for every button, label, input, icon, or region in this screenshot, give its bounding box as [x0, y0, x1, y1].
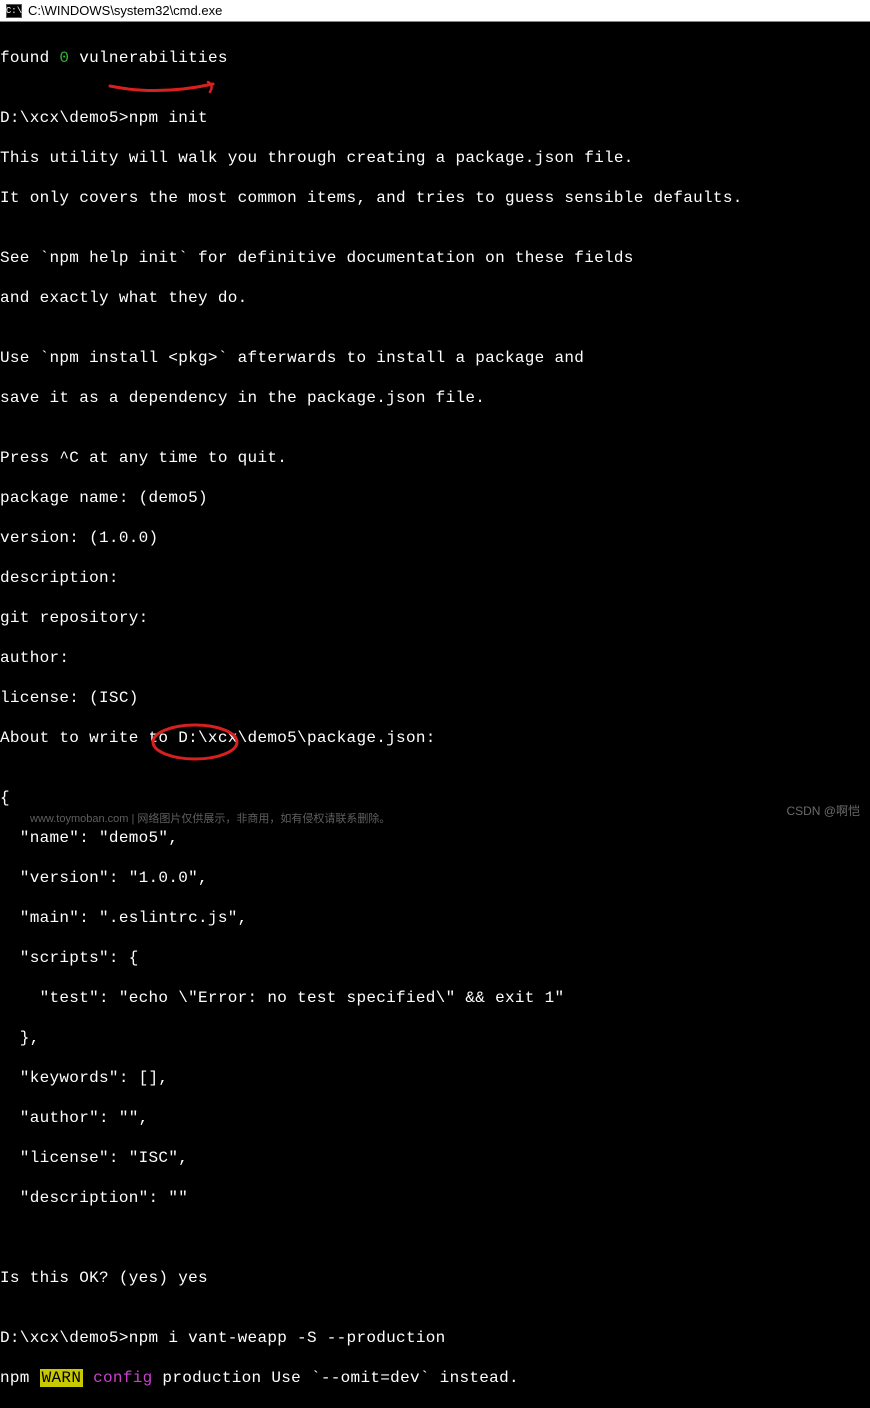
output-line: Use `npm install <pkg>` afterwards to in… [0, 348, 870, 368]
vuln-count: 0 [59, 49, 69, 67]
prompt-version: version: (1.0.0) [0, 528, 870, 548]
json-line: "test": "echo \"Error: no test specified… [0, 988, 870, 1008]
watermark-csdn: CSDN @啊恺 [786, 802, 860, 819]
json-line: "keywords": [], [0, 1068, 870, 1088]
output-line: It only covers the most common items, an… [0, 188, 870, 208]
output-line: and exactly what they do. [0, 288, 870, 308]
prompt-author: author: [0, 648, 870, 668]
watermark-source: www.toymoban.com | 网络图片仅供展示，非商用，如有侵权请联系删… [30, 810, 390, 826]
json-line: { [0, 788, 870, 808]
json-line: "name": "demo5", [0, 828, 870, 848]
output-line: This utility will walk you through creat… [0, 148, 870, 168]
prompt-line: D:\xcx\demo5>npm i vant-weapp -S --produ… [0, 1328, 870, 1348]
json-line: }, [0, 1028, 870, 1048]
terminal-output[interactable]: found 0 vulnerabilities D:\xcx\demo5>npm… [0, 22, 870, 1408]
json-line: "scripts": { [0, 948, 870, 968]
json-line: "description": "" [0, 1188, 870, 1208]
prompt-line: D:\xcx\demo5>npm init [0, 108, 870, 128]
prompt-package-name: package name: (demo5) [0, 488, 870, 508]
warn-config: config [83, 1369, 152, 1387]
prompt-confirm: Is this OK? (yes) yes [0, 1268, 870, 1288]
output-line: About to write to D:\xcx\demo5\package.j… [0, 728, 870, 748]
output-line: Press ^C at any time to quit. [0, 448, 870, 468]
window-title: C:\WINDOWS\system32\cmd.exe [28, 3, 222, 18]
output-line: found 0 vulnerabilities [0, 48, 870, 68]
json-line: "author": "", [0, 1108, 870, 1128]
command-npm-init: npm init [129, 109, 208, 127]
window-titlebar: C:\ C:\WINDOWS\system32\cmd.exe [0, 0, 870, 22]
json-line: "main": ".eslintrc.js", [0, 908, 870, 928]
output-line: save it as a dependency in the package.j… [0, 388, 870, 408]
prompt-license: license: (ISC) [0, 688, 870, 708]
cmd-icon: C:\ [6, 4, 22, 18]
warn-line: npm WARN config production Use `--omit=d… [0, 1368, 870, 1388]
json-line: "license": "ISC", [0, 1148, 870, 1168]
prompt-description: description: [0, 568, 870, 588]
output-line: See `npm help init` for definitive docum… [0, 248, 870, 268]
warn-tag: WARN [40, 1369, 84, 1387]
json-line: "version": "1.0.0", [0, 868, 870, 888]
prompt-git-repo: git repository: [0, 608, 870, 628]
